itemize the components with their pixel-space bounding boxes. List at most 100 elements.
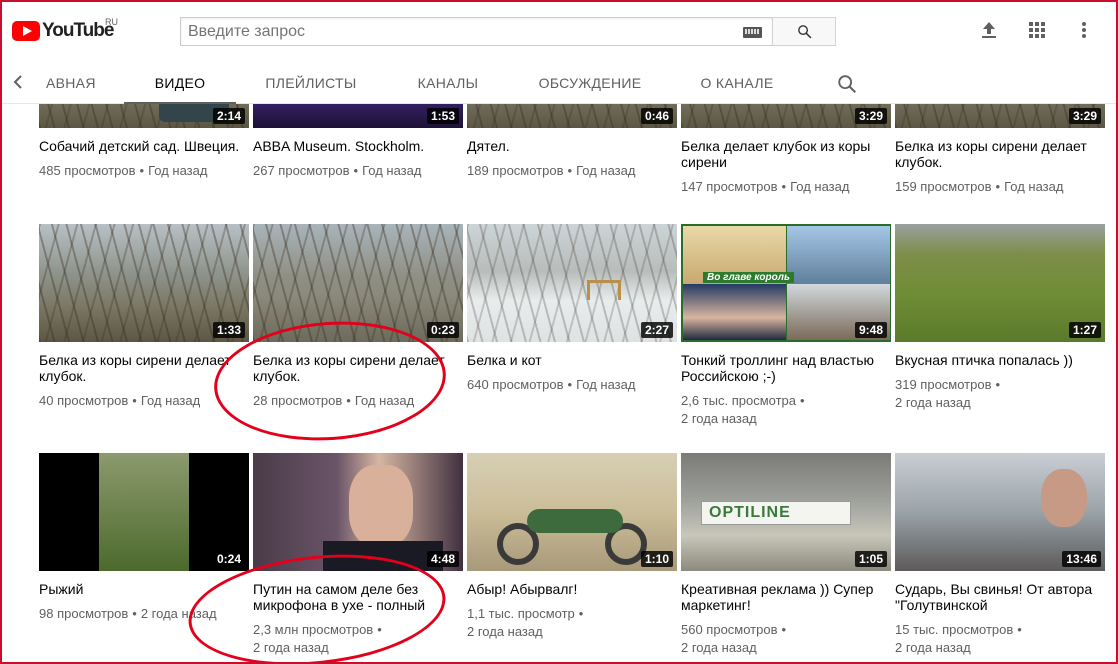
video-title[interactable]: Тонкий троллинг над властью Российскою ;… (681, 352, 891, 384)
video-card[interactable]: 0:23 Белка из коры сирени делает клубок.… (253, 224, 463, 410)
video-card[interactable]: 3:29 Белка делает клубок из коры сирени … (681, 104, 891, 196)
video-card[interactable]: 0:24 Рыжий 98 просмотров • 2 года назад (39, 453, 249, 623)
feeder-shape (587, 280, 621, 300)
video-meta: 1,1 тыс. просмотр • 2 года назад (467, 606, 584, 639)
video-card[interactable]: 1:53 ABBA Museum. Stockholm. 267 просмот… (253, 104, 463, 180)
youtube-logo[interactable]: YouTube RU (12, 17, 118, 42)
tab-discussion[interactable]: ОБСУЖДЕНИЕ (530, 62, 650, 104)
video-duration: 1:10 (640, 551, 673, 567)
view-count: 640 просмотров (467, 377, 564, 392)
view-count: 15 тыс. просмотров (895, 622, 1014, 637)
video-title[interactable]: Путин на самом деле без микрофона в ухе … (253, 581, 463, 613)
video-meta: 2,6 тыс. просмотра • 2 года назад (681, 393, 805, 426)
video-card[interactable]: 1:33 Белка из коры сирени делает клубок.… (39, 224, 249, 410)
video-title[interactable]: Белка из коры сирени делает клубок. (895, 138, 1105, 170)
video-thumbnail[interactable]: 2:27 (467, 224, 677, 342)
upload-age: Год назад (576, 163, 636, 178)
video-title[interactable]: Дятел. (467, 138, 677, 154)
upload-age: Год назад (362, 163, 422, 178)
search-button[interactable] (772, 17, 836, 46)
more-vert-icon (1082, 22, 1086, 38)
video-thumbnail[interactable]: 3:29 (895, 104, 1105, 128)
video-meta: 159 просмотров • Год назад (895, 179, 1064, 194)
video-card[interactable]: 4:48 Путин на самом деле без микрофона в… (253, 453, 463, 657)
upload-button[interactable] (977, 18, 1001, 42)
channel-search-icon[interactable] (836, 73, 858, 95)
video-thumbnail[interactable]: 4:48 (253, 453, 463, 571)
view-count: 267 просмотров (253, 163, 350, 178)
video-duration: 0:46 (640, 108, 673, 124)
tab-home[interactable]: АВНАЯ (46, 62, 95, 104)
search-box (180, 17, 772, 46)
video-meta: 28 просмотров • Год назад (253, 393, 415, 408)
video-title[interactable]: ABBA Museum. Stockholm. (253, 138, 463, 154)
video-card[interactable]: 13:46 Сударь, Вы свинья! От автора "Голу… (895, 453, 1105, 657)
video-thumbnail[interactable]: 1:27 (895, 224, 1105, 342)
video-card[interactable]: 1:10 Абыр! Абырвалг! 1,1 тыс. просмотр • 2… (467, 453, 677, 641)
thumbnail-caption: OPTILINE (709, 504, 791, 521)
video-thumbnail[interactable]: 0:24 (39, 453, 249, 571)
video-title[interactable]: Сударь, Вы свинья! От автора "Голутвинск… (895, 581, 1105, 613)
upload-age: 2 года назад (895, 395, 971, 410)
video-duration: 3:29 (854, 108, 887, 124)
video-title[interactable]: Белка и кот (467, 352, 677, 368)
video-duration: 0:24 (212, 551, 245, 567)
video-thumbnail[interactable]: 2:14 (39, 104, 249, 128)
tab-videos[interactable]: ВИДЕО (124, 62, 236, 104)
video-duration: 1:05 (854, 551, 887, 567)
video-thumbnail[interactable]: Во главе король 9:48 (681, 224, 891, 342)
logo-country-code: RU (105, 17, 118, 27)
upload-age: 2 года назад (681, 411, 757, 426)
video-title[interactable]: Рыжий (39, 581, 249, 597)
upload-age: Год назад (354, 393, 415, 408)
video-duration: 0:23 (426, 322, 459, 338)
view-count: 28 просмотров (253, 393, 343, 408)
video-thumbnail[interactable]: 1:10 (467, 453, 677, 571)
face-shape (349, 465, 413, 547)
apps-button[interactable] (1025, 18, 1049, 42)
video-thumbnail[interactable]: 13:46 (895, 453, 1105, 571)
video-card[interactable]: 0:46 Дятел. 189 просмотров • Год назад (467, 104, 677, 180)
upload-age: Год назад (148, 163, 208, 178)
keyboard-icon[interactable] (743, 27, 762, 38)
video-duration: 1:53 (426, 108, 459, 124)
video-thumbnail[interactable]: OPTILINE 1:05 (681, 453, 891, 571)
video-thumbnail[interactable]: 0:23 (253, 224, 463, 342)
video-thumbnail[interactable]: 1:53 (253, 104, 463, 128)
video-thumbnail[interactable]: 0:46 (467, 104, 677, 128)
video-title[interactable]: Креативная реклама )) Супер маркетинг! (681, 581, 891, 613)
video-card[interactable]: 3:29 Белка из коры сирени делает клубок.… (895, 104, 1105, 196)
tab-playlists[interactable]: ПЛЕЙЛИСТЫ (256, 62, 366, 104)
video-meta: 267 просмотров • Год назад (253, 163, 422, 178)
video-meta: 15 тыс. просмотров • 2 года назад (895, 622, 1022, 655)
video-title[interactable]: Белка из коры сирени делает клубок. (253, 352, 463, 384)
video-title[interactable]: Собачий детский сад. Швеция. (39, 138, 249, 154)
video-thumbnail[interactable]: 3:29 (681, 104, 891, 128)
video-thumbnail[interactable]: 1:33 (39, 224, 249, 342)
upload-age: 2 года назад (253, 640, 329, 655)
video-card[interactable]: 1:27 Вкусная птичка попалась )) 319 прос… (895, 224, 1105, 412)
video-card[interactable]: OPTILINE 1:05 Креативная реклама )) Супе… (681, 453, 891, 657)
upload-age: Год назад (790, 179, 850, 194)
upload-age: 2 года назад (140, 606, 217, 621)
search-input[interactable] (181, 18, 772, 45)
video-meta: 560 просмотров • 2 года назад (681, 622, 787, 655)
chevron-left-icon (13, 75, 22, 89)
tab-channels[interactable]: КАНАЛЫ (404, 62, 492, 104)
video-title[interactable]: Абыр! Абырвалг! (467, 581, 677, 597)
more-options-button[interactable] (1072, 18, 1096, 42)
upload-age: Год назад (140, 393, 201, 408)
upload-age: 2 года назад (467, 624, 543, 639)
upload-age: 2 года назад (895, 640, 971, 655)
video-title[interactable]: Белка делает клубок из коры сирени (681, 138, 891, 170)
video-title[interactable]: Вкусная птичка попалась )) (895, 352, 1105, 368)
tabs-scroll-left-button[interactable] (8, 72, 28, 92)
search-bar (180, 17, 836, 46)
video-card[interactable]: Во главе король 9:48 Тонкий троллинг над… (681, 224, 891, 428)
video-card[interactable]: 2:27 Белка и кот 640 просмотров • Год наза… (467, 224, 677, 394)
video-card[interactable]: 2:14 Собачий детский сад. Швеция. 485 пр… (39, 104, 249, 180)
view-count: 189 просмотров (467, 163, 564, 178)
video-title[interactable]: Белка из коры сирени делает клубок. (39, 352, 249, 384)
tab-about[interactable]: О КАНАЛЕ (690, 62, 784, 104)
view-count: 40 просмотров (39, 393, 129, 408)
